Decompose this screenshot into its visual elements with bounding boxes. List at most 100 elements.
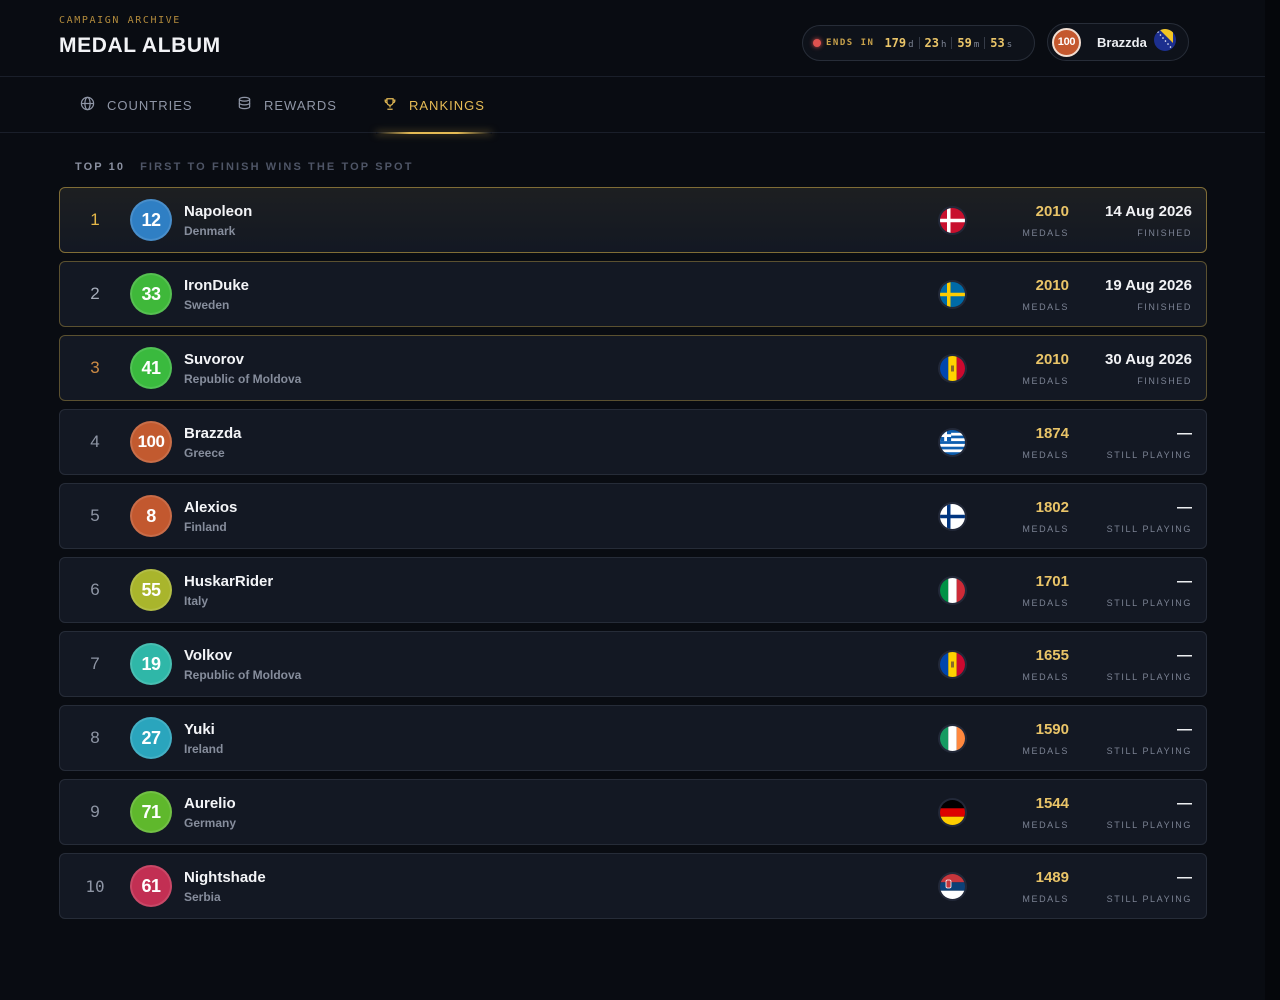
live-dot-icon [813, 39, 821, 47]
tab-label: COUNTRIES [107, 97, 193, 113]
tab-label: RANKINGS [409, 97, 485, 113]
finish-date: — [1177, 795, 1192, 812]
player-name: Yuki [184, 721, 215, 738]
finish-status-label: STILL PLAYING [1106, 672, 1192, 682]
tab-rankings[interactable]: RANKINGS [376, 77, 492, 134]
player-level-avatar: 61 [130, 865, 172, 907]
medal-count: 2010 [1035, 203, 1069, 220]
tab-rewards[interactable]: REWARDS [237, 77, 337, 133]
ranking-row[interactable]: 6 55 HuskarRider Italy 1701 MEDALS — STILL PLAY… [59, 557, 1207, 623]
medal-count-label: MEDALS [1022, 302, 1069, 312]
ranking-row[interactable]: 3 41 Suvorov Republic of Moldova 2010 MEDALS 3… [59, 335, 1207, 401]
timer-hours-unit: h [941, 40, 947, 50]
timer-hours: 23 h [925, 36, 947, 50]
bosnia-flag-icon [1153, 28, 1176, 56]
medal-count: 2010 [1035, 277, 1069, 294]
player-level-avatar: 71 [130, 791, 172, 833]
scrollbar-track[interactable] [1265, 0, 1280, 1000]
moldova-flag-icon [940, 356, 965, 381]
user-profile-chip[interactable]: 100 Brazzda [1047, 23, 1189, 61]
finish-status-label: FINISHED [1137, 228, 1192, 238]
player-country: Republic of Moldova [184, 372, 302, 386]
tab-label: REWARDS [264, 97, 337, 113]
rank-number: 5 [90, 506, 100, 525]
timer-hours-value: 23 [924, 36, 939, 50]
player-name: Alexios [184, 499, 238, 516]
rank-number: 2 [90, 284, 100, 303]
player-level-avatar: 27 [130, 717, 172, 759]
ranking-row[interactable]: 4 100 Brazzda Greece 1874 MEDALS — STILL PLAYIN… [59, 409, 1207, 475]
denmark-flag-icon [940, 208, 965, 233]
finish-status-label: STILL PLAYING [1106, 894, 1192, 904]
medal-count-label: MEDALS [1022, 746, 1069, 756]
ranking-row[interactable]: 2 33 IronDuke Sweden 2010 MEDALS 19 Aug 2026 FI… [59, 261, 1207, 327]
finish-date: — [1177, 573, 1192, 590]
ranking-row[interactable]: 1 12 Napoleon Denmark 2010 MEDALS 14 Aug 2026 F… [59, 187, 1207, 253]
medal-count: 1655 [1035, 647, 1069, 664]
ranking-row[interactable]: 9 71 Aurelio Germany 1544 MEDALS — STILL PLAYIN… [59, 779, 1207, 845]
sweden-flag-icon [940, 282, 965, 307]
rankings-title: TOP 10 [75, 161, 126, 173]
medal-count-label: MEDALS [1022, 524, 1069, 534]
medal-count: 1544 [1035, 795, 1069, 812]
finish-status-label: STILL PLAYING [1106, 450, 1192, 460]
user-name: Brazzda [1097, 34, 1147, 50]
page-eyebrow: CAMPAIGN ARCHIVE [59, 15, 181, 26]
timer-seconds: 53 s [990, 36, 1012, 50]
finish-status-label: STILL PLAYING [1106, 524, 1192, 534]
medal-count-label: MEDALS [1022, 820, 1069, 830]
timer-days-value: 179 [884, 36, 907, 50]
medal-count: 1701 [1035, 573, 1069, 590]
rank-number: 8 [90, 728, 100, 747]
player-name: HuskarRider [184, 573, 274, 590]
player-name: Napoleon [184, 203, 253, 220]
finish-date: 19 Aug 2026 [1105, 277, 1192, 294]
finland-flag-icon [940, 504, 965, 529]
timer-minutes-value: 59 [957, 36, 972, 50]
user-level-badge: 100 [1052, 27, 1081, 57]
player-level-avatar: 12 [130, 199, 172, 241]
medal-count: 1590 [1035, 721, 1069, 738]
player-level-avatar: 55 [130, 569, 172, 611]
timer-days-unit: d [908, 40, 914, 50]
finish-date: — [1177, 869, 1192, 886]
rankings-header: TOP 10 FIRST TO FINISH WINS THE TOP SPOT [75, 161, 414, 173]
page-title: MEDAL ALBUM [59, 34, 221, 57]
medal-count: 1874 [1035, 425, 1069, 442]
player-country: Finland [184, 520, 227, 534]
player-name: Volkov [184, 647, 233, 664]
ranking-row[interactable]: 8 27 Yuki Ireland 1590 MEDALS — STILL PLAYING [59, 705, 1207, 771]
tab-countries[interactable]: COUNTRIES [80, 77, 193, 133]
finish-date: — [1177, 499, 1192, 516]
player-country: Republic of Moldova [184, 668, 302, 682]
player-level-avatar: 100 [130, 421, 172, 463]
active-tab-indicator [376, 132, 492, 134]
player-country: Greece [184, 446, 225, 460]
player-name: Brazzda [184, 425, 242, 442]
player-level-avatar: 8 [130, 495, 172, 537]
rank-number: 9 [90, 802, 100, 821]
timer-seconds-value: 53 [990, 36, 1005, 50]
finish-status-label: FINISHED [1137, 302, 1192, 312]
tab-bar: COUNTRIES REWARDS RANKINGS [0, 77, 1265, 134]
italy-flag-icon [940, 578, 965, 603]
rankings-list: 1 12 Napoleon Denmark 2010 MEDALS 14 Aug 2026 F… [59, 187, 1207, 927]
finish-date: 30 Aug 2026 [1105, 351, 1192, 368]
player-country: Ireland [184, 742, 224, 756]
medal-count: 1489 [1035, 869, 1069, 886]
player-name: Aurelio [184, 795, 236, 812]
rank-number: 4 [90, 432, 100, 451]
finish-status-label: STILL PLAYING [1106, 746, 1192, 756]
globe-icon [80, 96, 107, 114]
ranking-row[interactable]: 5 8 Alexios Finland 1802 MEDALS — STILL PLAYING [59, 483, 1207, 549]
ranking-row[interactable]: 10 61 Nightshade Serbia 1489 MEDALS — STILL PLA… [59, 853, 1207, 919]
medal-count-label: MEDALS [1022, 598, 1069, 608]
medal-count-label: MEDALS [1022, 450, 1069, 460]
ranking-row[interactable]: 7 19 Volkov Republic of Moldova 1655 MEDALS — S… [59, 631, 1207, 697]
player-level-avatar: 41 [130, 347, 172, 389]
rank-number: 1 [90, 210, 100, 229]
medal-count-label: MEDALS [1022, 672, 1069, 682]
serbia-flag-icon [940, 874, 965, 899]
finish-date: — [1177, 425, 1192, 442]
finish-status-label: STILL PLAYING [1106, 598, 1192, 608]
